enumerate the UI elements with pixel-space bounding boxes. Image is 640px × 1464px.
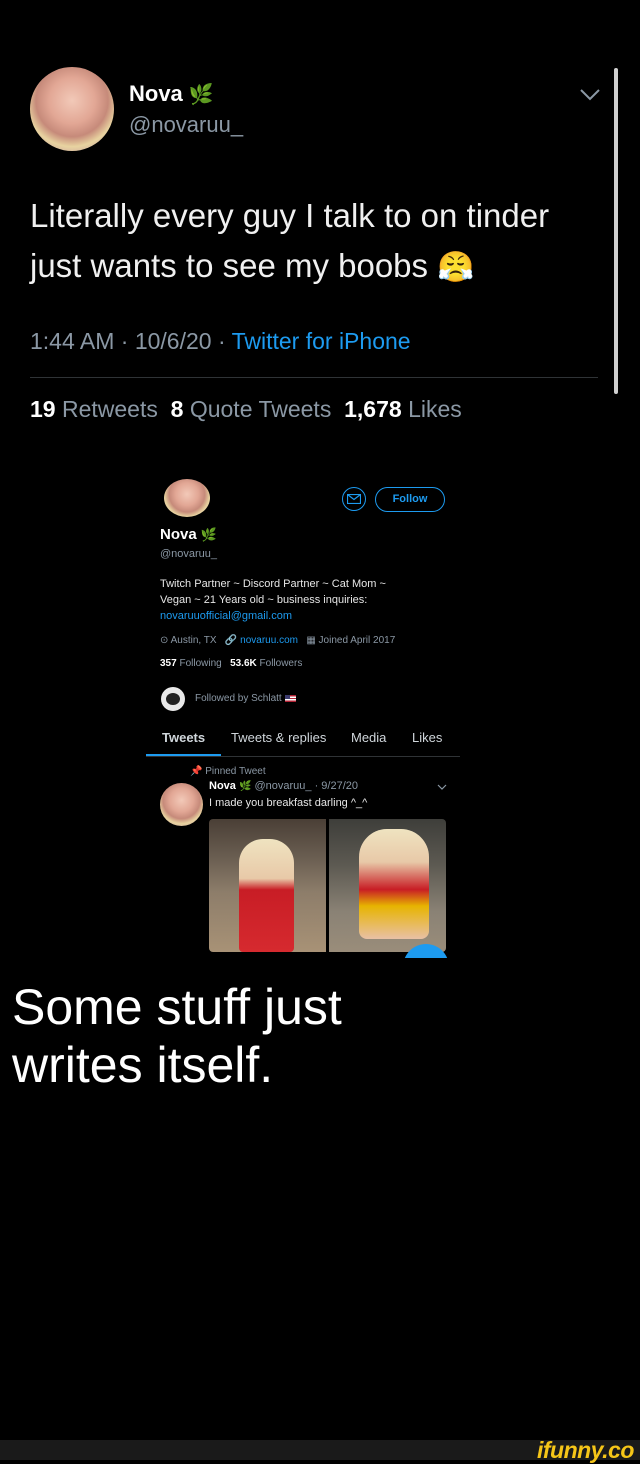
tweet-text-line-2-text: just wants to see my boobs xyxy=(30,247,429,284)
pinned-label-text: Pinned Tweet xyxy=(205,766,266,777)
tweet-text-line-1: Literally every guy I talk to on tinder xyxy=(30,197,550,234)
quotes-label: Quote Tweets xyxy=(189,396,332,422)
chevron-down-icon[interactable] xyxy=(579,88,601,102)
followed-by-text: Followed by Schlatt xyxy=(195,693,282,704)
pinned-photo-2[interactable] xyxy=(329,819,446,952)
pinned-avatar[interactable] xyxy=(160,783,203,826)
quotes-count: 8 xyxy=(170,396,184,422)
pinned-header: Nova 🌿 @novaruu_ · 9/27/20 xyxy=(209,780,358,792)
followed-by[interactable]: Followed by Schlatt xyxy=(195,693,296,704)
followers-stat[interactable]: 53.6K Followers xyxy=(230,658,302,669)
follow-button[interactable]: Follow xyxy=(375,487,445,512)
likes-label: Likes xyxy=(408,396,462,422)
tabs-divider xyxy=(146,756,460,757)
profile-website-link[interactable]: novaruu.com xyxy=(240,635,298,646)
profile-name-text: Nova xyxy=(160,526,197,543)
engagement-stats: 19 Retweets 8 Quote Tweets 1,678 Likes xyxy=(30,396,462,423)
leaf-icon: 🌿 xyxy=(238,781,252,792)
profile-handle: @novaruu_ xyxy=(160,548,218,560)
leaf-icon: 🌿 xyxy=(200,527,218,542)
tweet-text-line-2: just wants to see my boobs 😤 xyxy=(30,241,549,293)
location-icon: ⊙ xyxy=(160,635,169,646)
caption-line-1: Some stuff just xyxy=(12,979,342,1035)
tab-media[interactable]: Media xyxy=(351,730,386,745)
profile-name: Nova 🌿 xyxy=(160,526,217,543)
envelope-icon xyxy=(346,493,361,504)
profile-avatar[interactable] xyxy=(164,479,210,517)
photo-2-figure xyxy=(359,829,429,939)
chevron-down-icon[interactable] xyxy=(437,784,447,790)
bio-line-2: Vegan ~ 21 Years old ~ business inquirie… xyxy=(160,594,368,606)
likes-stat[interactable]: 1,678 Likes xyxy=(344,396,462,422)
profile-meta: ⊙ Austin, TX 🔗 novaruu.com ▦ Joined Apri… xyxy=(160,635,395,646)
tab-tweets-replies[interactable]: Tweets & replies xyxy=(231,730,326,745)
following-stat[interactable]: 357 Following xyxy=(160,658,222,669)
follow-counts: 357 Following 53.6K Followers xyxy=(160,658,302,669)
author-name-text: Nova xyxy=(129,81,183,106)
tab-tweets[interactable]: Tweets xyxy=(162,730,205,745)
profile-location: Austin, TX xyxy=(170,635,217,646)
pin-icon: 📌 xyxy=(190,766,203,777)
tweet-source-link[interactable]: Twitter for iPhone xyxy=(232,328,411,354)
scrollbar[interactable] xyxy=(614,68,618,394)
photo-1-figure xyxy=(239,839,294,952)
following-label: Following xyxy=(179,658,222,669)
penguin-face-icon xyxy=(166,693,180,705)
steam-face-emoji: 😤 xyxy=(437,251,475,284)
tweet-timestamp: 1:44 AM · 10/6/20 · Twitter for iPhone xyxy=(30,328,411,355)
pinned-meta: @novaruu_ · 9/27/20 xyxy=(254,780,358,792)
author-handle[interactable]: @novaruu_ xyxy=(129,112,243,138)
followers-label: Followers xyxy=(259,658,303,669)
pinned-name[interactable]: Nova xyxy=(209,780,236,792)
author-avatar[interactable] xyxy=(30,67,114,151)
profile-joined: Joined April 2017 xyxy=(318,635,396,646)
retweets-label: Retweets xyxy=(61,396,158,422)
bio-email-link[interactable]: novaruuofficial@gmail.com xyxy=(160,608,386,624)
leaf-icon: 🌿 xyxy=(188,84,214,106)
message-button[interactable] xyxy=(342,487,366,511)
pinned-label: 📌 Pinned Tweet xyxy=(190,766,266,777)
following-count: 357 xyxy=(160,658,177,669)
likes-count: 1,678 xyxy=(344,396,402,422)
pinned-photo-1[interactable] xyxy=(209,819,326,952)
bio-line-1: Twitch Partner ~ Discord Partner ~ Cat M… xyxy=(160,578,386,590)
tweet-text: Literally every guy I talk to on tinder … xyxy=(30,191,549,293)
caption-line-2: writes itself. xyxy=(12,1037,274,1093)
tweet-time: 1:44 AM · 10/6/20 · xyxy=(30,328,232,354)
retweets-count: 19 xyxy=(30,396,56,422)
retweets-stat[interactable]: 19 Retweets xyxy=(30,396,158,422)
quotes-stat[interactable]: 8 Quote Tweets xyxy=(171,396,332,422)
us-flag-icon xyxy=(284,694,296,702)
tab-likes[interactable]: Likes xyxy=(412,730,442,745)
link-icon: 🔗 xyxy=(224,635,238,646)
author-name[interactable]: Nova 🌿 xyxy=(129,81,214,107)
profile-bio: Twitch Partner ~ Discord Partner ~ Cat M… xyxy=(160,576,386,624)
divider xyxy=(30,377,598,378)
meme-caption: Some stuff just writes itself. xyxy=(12,978,342,1094)
followed-by-avatar[interactable] xyxy=(161,687,185,711)
followers-count: 53.6K xyxy=(230,658,257,669)
calendar-icon: ▦ xyxy=(306,635,316,646)
pinned-text: I made you breakfast darling ^_^ xyxy=(209,797,368,809)
